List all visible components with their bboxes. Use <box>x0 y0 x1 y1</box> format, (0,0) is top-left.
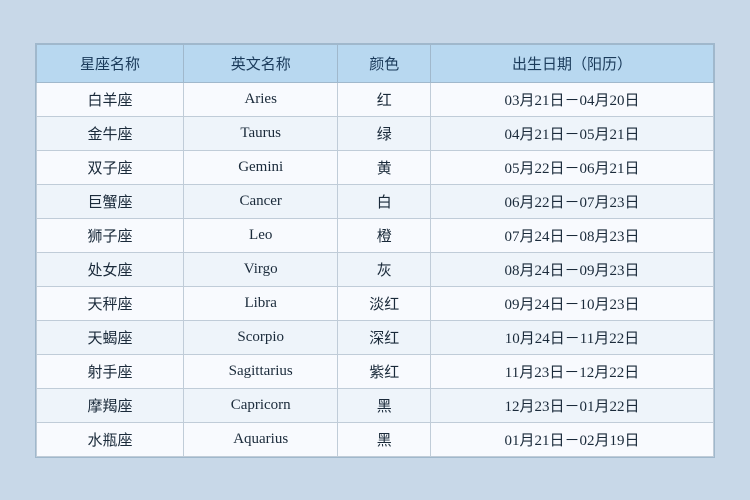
header-cn-name: 星座名称 <box>37 44 184 82</box>
cell-en-name: Virgo <box>183 252 337 286</box>
table-row: 水瓶座Aquarius黑01月21日－02月19日 <box>37 422 714 456</box>
cell-date: 06月22日－07月23日 <box>430 184 713 218</box>
cell-date: 01月21日－02月19日 <box>430 422 713 456</box>
cell-color: 橙 <box>338 218 431 252</box>
cell-color: 白 <box>338 184 431 218</box>
cell-date: 05月22日－06月21日 <box>430 150 713 184</box>
table-row: 双子座Gemini黄05月22日－06月21日 <box>37 150 714 184</box>
cell-color: 深红 <box>338 320 431 354</box>
cell-date: 03月21日－04月20日 <box>430 82 713 116</box>
table-row: 狮子座Leo橙07月24日－08月23日 <box>37 218 714 252</box>
cell-cn-name: 射手座 <box>37 354 184 388</box>
header-en-name: 英文名称 <box>183 44 337 82</box>
cell-cn-name: 摩羯座 <box>37 388 184 422</box>
cell-en-name: Libra <box>183 286 337 320</box>
cell-date: 08月24日－09月23日 <box>430 252 713 286</box>
cell-date: 11月23日－12月22日 <box>430 354 713 388</box>
table-row: 处女座Virgo灰08月24日－09月23日 <box>37 252 714 286</box>
cell-en-name: Scorpio <box>183 320 337 354</box>
cell-cn-name: 天蝎座 <box>37 320 184 354</box>
cell-cn-name: 金牛座 <box>37 116 184 150</box>
cell-date: 10月24日－11月22日 <box>430 320 713 354</box>
table-header-row: 星座名称 英文名称 颜色 出生日期（阳历） <box>37 44 714 82</box>
header-color: 颜色 <box>338 44 431 82</box>
cell-en-name: Gemini <box>183 150 337 184</box>
cell-cn-name: 处女座 <box>37 252 184 286</box>
table-row: 天秤座Libra淡红09月24日－10月23日 <box>37 286 714 320</box>
cell-cn-name: 白羊座 <box>37 82 184 116</box>
cell-color: 黑 <box>338 388 431 422</box>
cell-date: 12月23日－01月22日 <box>430 388 713 422</box>
cell-cn-name: 天秤座 <box>37 286 184 320</box>
cell-en-name: Leo <box>183 218 337 252</box>
zodiac-table-container: 星座名称 英文名称 颜色 出生日期（阳历） 白羊座Aries红03月21日－04… <box>35 43 715 458</box>
table-row: 白羊座Aries红03月21日－04月20日 <box>37 82 714 116</box>
cell-color: 淡红 <box>338 286 431 320</box>
cell-cn-name: 水瓶座 <box>37 422 184 456</box>
cell-en-name: Sagittarius <box>183 354 337 388</box>
table-body: 白羊座Aries红03月21日－04月20日金牛座Taurus绿04月21日－0… <box>37 82 714 456</box>
cell-color: 灰 <box>338 252 431 286</box>
table-row: 金牛座Taurus绿04月21日－05月21日 <box>37 116 714 150</box>
cell-en-name: Aries <box>183 82 337 116</box>
cell-date: 09月24日－10月23日 <box>430 286 713 320</box>
cell-en-name: Capricorn <box>183 388 337 422</box>
cell-color: 紫红 <box>338 354 431 388</box>
table-row: 巨蟹座Cancer白06月22日－07月23日 <box>37 184 714 218</box>
cell-color: 黑 <box>338 422 431 456</box>
cell-cn-name: 狮子座 <box>37 218 184 252</box>
zodiac-table: 星座名称 英文名称 颜色 出生日期（阳历） 白羊座Aries红03月21日－04… <box>36 44 714 457</box>
cell-cn-name: 巨蟹座 <box>37 184 184 218</box>
cell-date: 07月24日－08月23日 <box>430 218 713 252</box>
cell-date: 04月21日－05月21日 <box>430 116 713 150</box>
table-row: 摩羯座Capricorn黑12月23日－01月22日 <box>37 388 714 422</box>
cell-cn-name: 双子座 <box>37 150 184 184</box>
cell-color: 红 <box>338 82 431 116</box>
cell-color: 黄 <box>338 150 431 184</box>
cell-color: 绿 <box>338 116 431 150</box>
table-row: 射手座Sagittarius紫红11月23日－12月22日 <box>37 354 714 388</box>
cell-en-name: Aquarius <box>183 422 337 456</box>
table-row: 天蝎座Scorpio深红10月24日－11月22日 <box>37 320 714 354</box>
cell-en-name: Taurus <box>183 116 337 150</box>
header-date: 出生日期（阳历） <box>430 44 713 82</box>
cell-en-name: Cancer <box>183 184 337 218</box>
